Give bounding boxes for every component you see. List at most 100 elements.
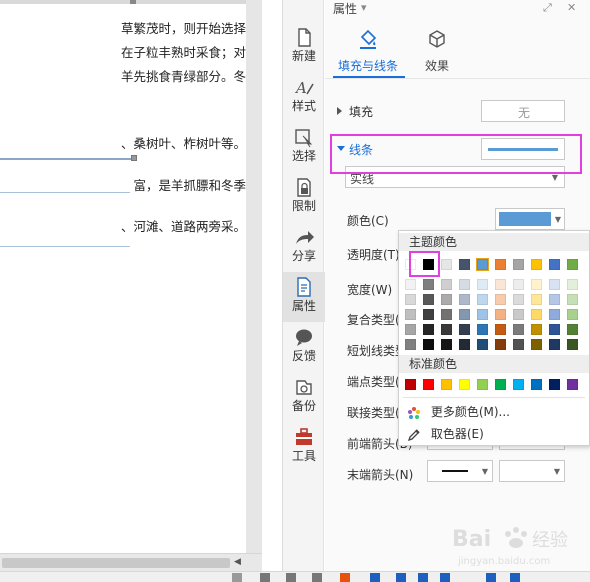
page-view-icon[interactable]	[260, 573, 270, 582]
standard-color-swatch[interactable]	[441, 379, 452, 390]
shade-color-swatch[interactable]	[459, 309, 470, 320]
shade-color-swatch[interactable]	[549, 279, 560, 290]
shade-color-swatch[interactable]	[549, 294, 560, 305]
shade-color-swatch[interactable]	[531, 324, 542, 335]
pop-out-icon[interactable]: ⤢	[543, 1, 552, 15]
shade-color-swatch[interactable]	[513, 279, 524, 290]
horizontal-scroll-thumb[interactable]	[2, 558, 230, 568]
punctuation-icon[interactable]	[396, 573, 406, 582]
scroll-left-icon[interactable]: ◀	[234, 557, 241, 567]
toolbar-select-button[interactable]: 选择	[283, 122, 325, 172]
shade-color-swatch[interactable]	[405, 324, 416, 335]
shade-color-swatch[interactable]	[567, 294, 578, 305]
theme-color-swatch[interactable]	[495, 259, 506, 270]
shade-color-swatch[interactable]	[567, 339, 578, 350]
web-view-icon[interactable]	[312, 573, 322, 582]
shade-color-swatch[interactable]	[423, 279, 434, 290]
theme-color-swatch[interactable]	[513, 259, 524, 270]
shade-color-swatch[interactable]	[423, 309, 434, 320]
end-arrow-select[interactable]: ▼	[427, 460, 493, 482]
chevron-down-icon[interactable]: ▾	[361, 1, 367, 14]
standard-color-swatch[interactable]	[567, 379, 578, 390]
toolbar-tools-button[interactable]: 工具	[283, 422, 325, 472]
shade-color-swatch[interactable]	[513, 324, 524, 335]
shade-color-swatch[interactable]	[549, 309, 560, 320]
tab-effect[interactable]: 效果	[415, 28, 459, 74]
ruler-marker[interactable]	[130, 0, 136, 4]
line-color-select[interactable]: ▼	[495, 208, 565, 230]
tab-fill-and-line[interactable]: 填充与线条	[333, 28, 403, 74]
shade-color-swatch[interactable]	[405, 339, 416, 350]
standard-color-swatch[interactable]	[549, 379, 560, 390]
outline-view-icon[interactable]	[286, 573, 296, 582]
shade-color-swatch[interactable]	[495, 294, 506, 305]
shade-color-swatch[interactable]	[531, 294, 542, 305]
input-method-icon[interactable]	[340, 573, 350, 582]
shade-color-swatch[interactable]	[477, 294, 488, 305]
standard-color-swatch[interactable]	[459, 379, 470, 390]
tools-tray-icon[interactable]	[510, 573, 520, 582]
shade-color-swatch[interactable]	[531, 279, 542, 290]
selected-shape-line[interactable]	[0, 158, 134, 160]
shade-color-swatch[interactable]	[423, 294, 434, 305]
shade-color-swatch[interactable]	[495, 279, 506, 290]
fill-value-box[interactable]: 无	[481, 100, 565, 122]
shade-color-swatch[interactable]	[459, 324, 470, 335]
shade-color-swatch[interactable]	[441, 339, 452, 350]
shade-color-swatch[interactable]	[513, 339, 524, 350]
more-colors-item[interactable]: 更多颜色(M)...	[407, 403, 510, 420]
shade-color-swatch[interactable]	[567, 309, 578, 320]
toolbar-style-button[interactable]: A 样式	[283, 72, 325, 122]
shade-color-swatch[interactable]	[441, 279, 452, 290]
shade-color-swatch[interactable]	[459, 339, 470, 350]
theme-color-swatch[interactable]	[549, 259, 560, 270]
shade-color-swatch[interactable]	[567, 279, 578, 290]
toolbar-restrict-button[interactable]: 限制	[283, 172, 325, 222]
toolbar-backup-button[interactable]: 备份	[283, 372, 325, 422]
toolbar-new-button[interactable]: 新建	[283, 22, 325, 72]
settings-icon[interactable]	[440, 573, 450, 582]
shade-color-swatch[interactable]	[495, 309, 506, 320]
shade-color-swatch[interactable]	[549, 324, 560, 335]
shade-color-swatch[interactable]	[459, 279, 470, 290]
close-icon[interactable]: ✕	[567, 1, 576, 14]
document-page[interactable]: 草繁茂时，则开始选择 在子粒丰熟时采食；对 羊先挑食青绿部分。冬 、桑树叶、柞树叶等。…	[0, 0, 246, 553]
selection-handle[interactable]	[131, 155, 137, 161]
shade-color-swatch[interactable]	[477, 309, 488, 320]
shade-color-swatch[interactable]	[531, 339, 542, 350]
expand-arrow-icon[interactable]	[337, 107, 342, 115]
shade-color-swatch[interactable]	[405, 279, 416, 290]
eyedropper-item[interactable]: 取色器(E)	[407, 425, 484, 442]
shade-color-swatch[interactable]	[405, 294, 416, 305]
shade-color-swatch[interactable]	[567, 324, 578, 335]
theme-color-swatch[interactable]	[459, 259, 470, 270]
user-icon[interactable]	[486, 573, 496, 582]
language-icon[interactable]	[370, 573, 380, 582]
shade-color-swatch[interactable]	[477, 324, 488, 335]
shade-color-swatch[interactable]	[495, 339, 506, 350]
shade-color-swatch[interactable]	[441, 309, 452, 320]
toolbar-feedback-button[interactable]: 反馈	[283, 322, 325, 372]
shade-color-swatch[interactable]	[549, 339, 560, 350]
shade-color-swatch[interactable]	[477, 339, 488, 350]
view-mode-icon[interactable]	[232, 573, 242, 582]
keyboard-icon[interactable]	[418, 573, 428, 582]
fill-section-header[interactable]: 填充 无	[325, 100, 590, 124]
shade-color-swatch[interactable]	[423, 324, 434, 335]
shade-color-swatch[interactable]	[441, 294, 452, 305]
theme-color-swatch[interactable]	[441, 259, 452, 270]
toolbar-properties-button[interactable]: 属性	[283, 272, 325, 322]
standard-color-swatch[interactable]	[477, 379, 488, 390]
shade-color-swatch[interactable]	[477, 279, 488, 290]
shade-color-swatch[interactable]	[531, 309, 542, 320]
theme-color-swatch[interactable]	[531, 259, 542, 270]
theme-color-swatch[interactable]	[567, 259, 578, 270]
standard-color-swatch[interactable]	[531, 379, 542, 390]
standard-color-swatch[interactable]	[513, 379, 524, 390]
standard-color-swatch[interactable]	[405, 379, 416, 390]
shade-color-swatch[interactable]	[495, 324, 506, 335]
theme-color-swatch[interactable]	[476, 258, 489, 271]
shade-color-swatch[interactable]	[513, 294, 524, 305]
toolbar-share-button[interactable]: 分享	[283, 222, 325, 272]
end-arrow-size-select[interactable]: ▼	[499, 460, 565, 482]
